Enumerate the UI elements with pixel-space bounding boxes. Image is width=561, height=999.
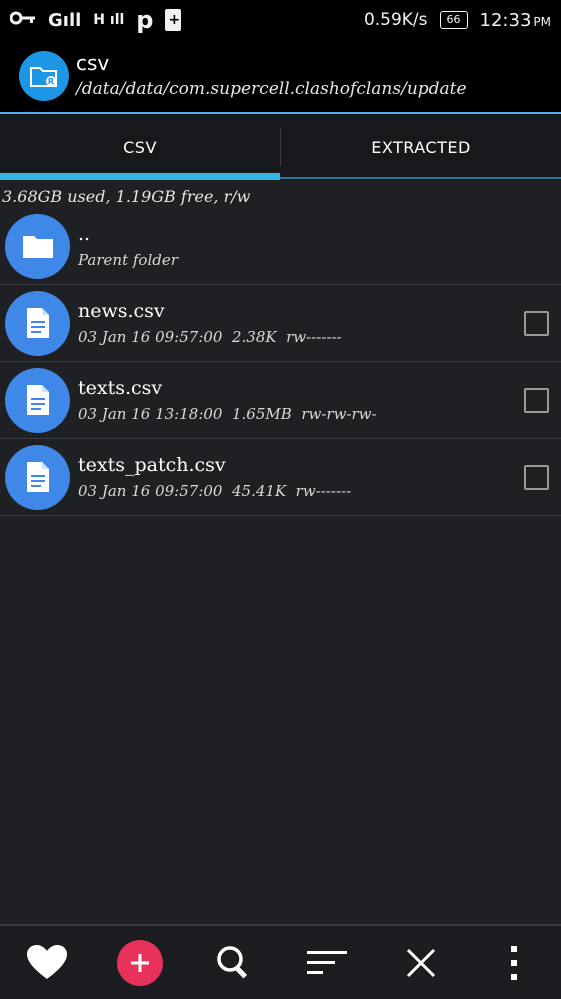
tab-csv-label: CSV xyxy=(123,137,157,157)
heart-icon xyxy=(26,944,67,979)
tab-csv[interactable]: CSV xyxy=(0,114,280,180)
file-list: .. Parent folder news.csv 03 Jan 16 09:5… xyxy=(0,208,561,516)
list-item-text: texts_patch.csv 03 Jan 16 09:57:00 45.41… xyxy=(78,451,351,503)
sort-icon xyxy=(307,950,348,974)
add-button[interactable] xyxy=(110,933,170,993)
carrier-icon: p xyxy=(136,6,154,34)
search-icon xyxy=(217,945,247,978)
close-button[interactable] xyxy=(391,933,451,993)
file-name: texts.csv xyxy=(78,377,163,399)
more-button[interactable] xyxy=(484,933,544,993)
list-item-parent-folder[interactable]: .. Parent folder xyxy=(0,208,561,285)
page-title: csv xyxy=(76,51,110,75)
select-checkbox[interactable] xyxy=(524,311,549,336)
select-checkbox[interactable] xyxy=(524,465,549,490)
select-checkbox[interactable] xyxy=(524,388,549,413)
list-item-text: texts.csv 03 Jan 16 13:18:00 1.65MB rw-r… xyxy=(78,374,377,426)
list-item-texts-csv[interactable]: texts.csv 03 Jan 16 13:18:00 1.65MB rw-r… xyxy=(0,362,561,439)
tab-extracted-label: EXTRACTED xyxy=(371,137,471,157)
list-item-news-csv[interactable]: news.csv 03 Jan 16 09:57:00 2.38K rw----… xyxy=(0,285,561,362)
storage-info: 3.68GB used, 1.19GB free, r/w xyxy=(2,187,251,206)
signal-1-icon: Gıll xyxy=(48,9,82,31)
tabs-bottom-line xyxy=(0,177,561,179)
clock: 12:33 PM xyxy=(479,9,551,31)
key-icon xyxy=(9,10,36,30)
document-icon xyxy=(5,290,70,356)
close-icon xyxy=(406,948,435,977)
status-bar: Gıll H ıll p 0.59K/s 66 12:33PM xyxy=(0,0,561,40)
tab-bar: CSV EXTRACTED xyxy=(0,114,561,180)
file-meta: 03 Jan 16 13:18:00 1.65MB rw-rw-rw- xyxy=(78,405,377,423)
list-item-text: news.csv 03 Jan 16 09:57:00 2.38K rw----… xyxy=(78,297,342,349)
file-meta: 03 Jan 16 09:57:00 2.38K rw------- xyxy=(78,328,342,346)
search-button[interactable] xyxy=(204,933,264,993)
header: R csv /data/data/com.supercell.clashofcl… xyxy=(0,40,561,112)
bottom-toolbar xyxy=(0,924,561,999)
add-icon xyxy=(117,939,164,986)
document-icon xyxy=(5,367,70,433)
file-name: .. xyxy=(78,223,91,245)
tab-extracted[interactable]: EXTRACTED xyxy=(281,114,561,180)
signal-2-icon: H ıll xyxy=(93,12,125,28)
charging-icon xyxy=(165,9,182,31)
battery-icon: 66 xyxy=(439,11,468,29)
svg-text:R: R xyxy=(48,77,54,86)
sort-button[interactable] xyxy=(297,933,357,993)
file-meta: 03 Jan 16 09:57:00 45.41K rw------- xyxy=(78,482,352,500)
favorites-button[interactable] xyxy=(17,933,77,993)
folder-root-icon[interactable]: R xyxy=(19,51,69,101)
folder-icon xyxy=(5,213,70,279)
more-icon xyxy=(511,945,518,980)
status-left: Gıll H ıll p xyxy=(9,6,182,34)
status-right: 0.59K/s 66 12:33 PM xyxy=(364,10,551,31)
header-text: csv /data/data/com.supercell.clashofclan… xyxy=(76,50,467,102)
file-meta: Parent folder xyxy=(78,251,178,269)
current-path: /data/data/com.supercell.clashofclans/up… xyxy=(76,79,467,99)
network-speed: 0.59K/s xyxy=(363,10,428,30)
file-name: news.csv xyxy=(78,300,165,322)
list-item-texts-patch-csv[interactable]: texts_patch.csv 03 Jan 16 09:57:00 45.41… xyxy=(0,439,561,516)
list-item-text: .. Parent folder xyxy=(78,220,178,272)
file-name: texts_patch.csv xyxy=(78,454,226,476)
document-icon xyxy=(5,444,70,510)
